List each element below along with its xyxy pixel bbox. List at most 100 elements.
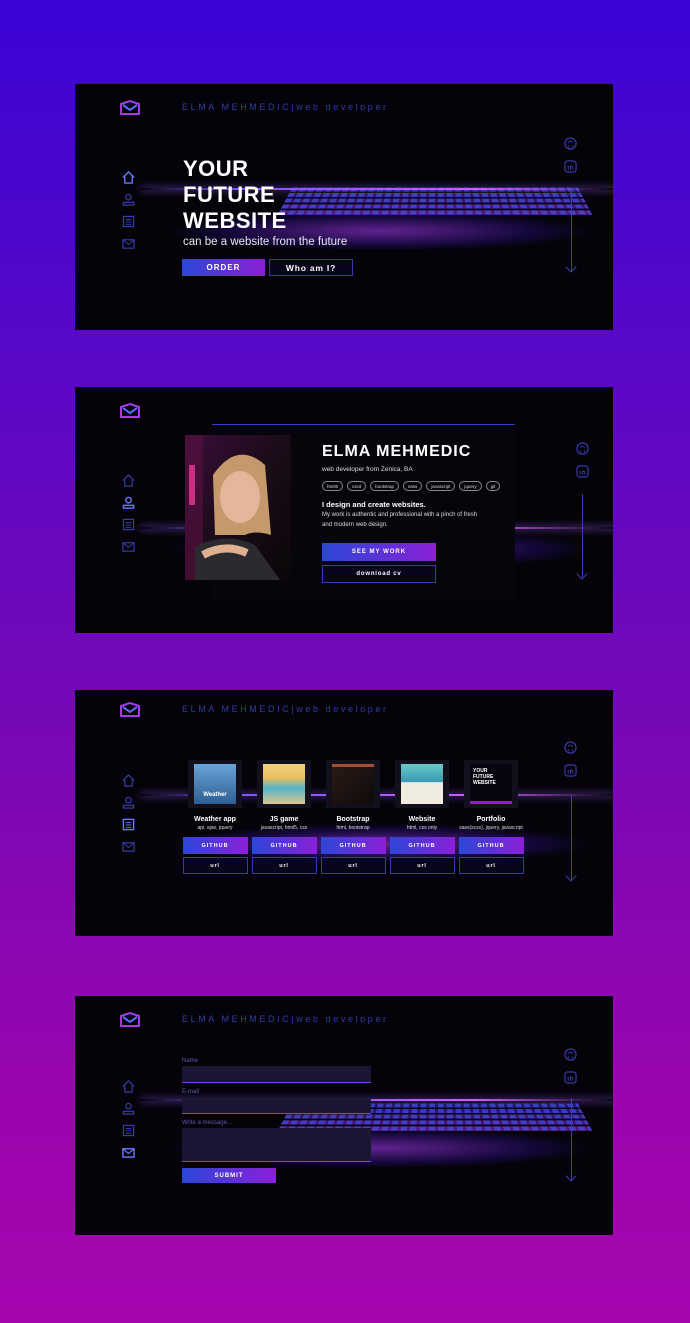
user-icon[interactable] bbox=[122, 1102, 135, 1115]
home-icon[interactable] bbox=[122, 171, 135, 184]
logo-icon[interactable] bbox=[119, 100, 141, 116]
user-icon[interactable] bbox=[122, 796, 135, 809]
side-nav bbox=[122, 774, 135, 853]
home-icon[interactable] bbox=[122, 774, 135, 787]
scroll-down-arrow-icon[interactable] bbox=[565, 188, 577, 273]
scroll-down-arrow-icon[interactable] bbox=[565, 1098, 577, 1182]
bio-block: ELMA MEHMEDIC web developer from Zenica,… bbox=[322, 443, 501, 530]
download-cv-button[interactable]: download cv bbox=[322, 565, 436, 583]
social-links bbox=[576, 442, 589, 478]
project-tech: html, bootstrap bbox=[336, 825, 370, 831]
github-icon[interactable] bbox=[564, 137, 577, 150]
order-button[interactable]: ORDER bbox=[182, 259, 265, 276]
skill-tag: bootstrap bbox=[370, 481, 400, 491]
mail-icon[interactable] bbox=[122, 237, 135, 250]
who-am-i-button[interactable]: Who am I? bbox=[269, 259, 353, 276]
linkedin-icon[interactable] bbox=[564, 160, 577, 173]
skill-tag: git bbox=[485, 481, 501, 491]
github-button[interactable]: GITHUB bbox=[320, 837, 386, 854]
github-button[interactable]: GITHUB bbox=[458, 837, 524, 854]
user-icon[interactable] bbox=[122, 496, 135, 509]
profile-photo bbox=[185, 435, 291, 580]
email-label: E-mail bbox=[182, 1089, 200, 1095]
linkedin-icon[interactable] bbox=[576, 465, 589, 478]
github-button[interactable]: GITHUB bbox=[251, 837, 317, 854]
project-thumbnail[interactable] bbox=[326, 760, 380, 808]
project-thumbnail[interactable]: YOUR FUTURE WEBSITE bbox=[464, 760, 518, 808]
github-icon[interactable] bbox=[576, 442, 589, 455]
project-name: JS game bbox=[269, 816, 299, 823]
home-icon[interactable] bbox=[122, 474, 135, 487]
project-tech: sass(scss), jquery, javascript bbox=[459, 825, 523, 831]
hero-line-2: FUTURE bbox=[183, 182, 276, 207]
project-name: Portfolio bbox=[476, 816, 506, 823]
project-grid: Weather Weather app api, ajax, jquery GI… bbox=[182, 760, 524, 874]
linkedin-icon[interactable] bbox=[564, 1071, 577, 1084]
contact-form: Name E-mail Write a message... SUBMIT bbox=[182, 1058, 371, 1183]
user-icon[interactable] bbox=[122, 193, 135, 206]
project-name: Weather app bbox=[194, 816, 236, 823]
hero-line-1: YOUR bbox=[183, 156, 249, 181]
project-thumbnail[interactable] bbox=[395, 760, 449, 808]
contact-screen: ELMA MEHMEDIC|web developer Name E-mail … bbox=[75, 996, 613, 1235]
project-thumbnail[interactable] bbox=[257, 760, 311, 808]
name-field[interactable] bbox=[182, 1066, 371, 1083]
hero-block: YOUR FUTURE WEBSITE can be a website fro… bbox=[183, 156, 347, 248]
skill-tag: html5 bbox=[322, 481, 344, 491]
url-button[interactable]: url bbox=[320, 857, 386, 874]
linkedin-icon[interactable] bbox=[564, 764, 577, 777]
about-name: ELMA MEHMEDIC bbox=[322, 443, 472, 460]
document-icon[interactable] bbox=[122, 818, 135, 831]
url-button[interactable]: url bbox=[389, 857, 455, 874]
github-button[interactable]: GITHUB bbox=[389, 837, 455, 854]
about-role: web developer from Zenica, BA bbox=[322, 466, 413, 473]
project-card: Weather Weather app api, ajax, jquery GI… bbox=[182, 760, 248, 874]
url-button[interactable]: url bbox=[458, 857, 524, 874]
message-field[interactable] bbox=[182, 1128, 371, 1162]
email-field[interactable] bbox=[182, 1097, 371, 1114]
hero-buttons: ORDER Who am I? bbox=[182, 259, 353, 276]
logo-icon[interactable] bbox=[119, 702, 141, 718]
skill-tags: html5 css3 bootstrap sass javascript jqu… bbox=[322, 481, 501, 491]
see-my-work-button[interactable]: SEE MY WORK bbox=[322, 543, 436, 561]
social-links bbox=[564, 741, 577, 777]
skill-tag: sass bbox=[403, 481, 423, 491]
project-card: Website html, css only GITHUB url bbox=[389, 760, 455, 874]
mail-icon[interactable] bbox=[122, 1146, 135, 1159]
document-icon[interactable] bbox=[122, 1124, 135, 1137]
github-icon[interactable] bbox=[564, 1048, 577, 1061]
skill-tag: javascript bbox=[426, 481, 456, 491]
project-tech: javascript, html5, css bbox=[260, 825, 308, 831]
scroll-down-arrow-icon[interactable] bbox=[576, 494, 588, 580]
social-links bbox=[564, 137, 577, 173]
portfolio-thumb-text: YOUR FUTURE WEBSITE bbox=[470, 764, 512, 804]
project-tech: api, ajax, jquery bbox=[197, 825, 233, 831]
scroll-down-arrow-icon[interactable] bbox=[565, 794, 577, 882]
submit-button[interactable]: SUBMIT bbox=[182, 1168, 276, 1183]
logo-icon[interactable] bbox=[119, 1012, 141, 1028]
github-button[interactable]: GITHUB bbox=[182, 837, 248, 854]
side-nav bbox=[122, 1080, 135, 1159]
project-card: JS game javascript, html5, css GITHUB ur… bbox=[251, 760, 317, 874]
side-nav bbox=[122, 171, 135, 250]
url-button[interactable]: url bbox=[251, 857, 317, 874]
brand-title: ELMA MEHMEDIC|web developer bbox=[182, 102, 389, 112]
url-button[interactable]: url bbox=[182, 857, 248, 874]
home-screen: ELMA MEHMEDIC|web developer YOUR FUTURE … bbox=[75, 84, 613, 330]
github-icon[interactable] bbox=[564, 741, 577, 754]
about-screen: ELMA MEHMEDIC web developer from Zenica,… bbox=[75, 387, 613, 633]
brand-title: ELMA MEHMEDIC|web developer bbox=[182, 704, 389, 714]
about-text: My work is authentic and professional wi… bbox=[322, 512, 478, 528]
logo-icon[interactable] bbox=[119, 403, 141, 419]
skill-tag: jquery bbox=[459, 481, 482, 491]
document-icon[interactable] bbox=[122, 518, 135, 531]
home-icon[interactable] bbox=[122, 1080, 135, 1093]
about-headline: I design and create websites. bbox=[322, 500, 426, 509]
mail-icon[interactable] bbox=[122, 840, 135, 853]
mail-icon[interactable] bbox=[122, 540, 135, 553]
brand-title: ELMA MEHMEDIC|web developer bbox=[182, 1014, 389, 1024]
project-thumbnail[interactable]: Weather bbox=[188, 760, 242, 808]
document-icon[interactable] bbox=[122, 215, 135, 228]
skill-tag: css3 bbox=[347, 481, 367, 491]
project-card: YOUR FUTURE WEBSITE Portfolio sass(scss)… bbox=[458, 760, 524, 874]
